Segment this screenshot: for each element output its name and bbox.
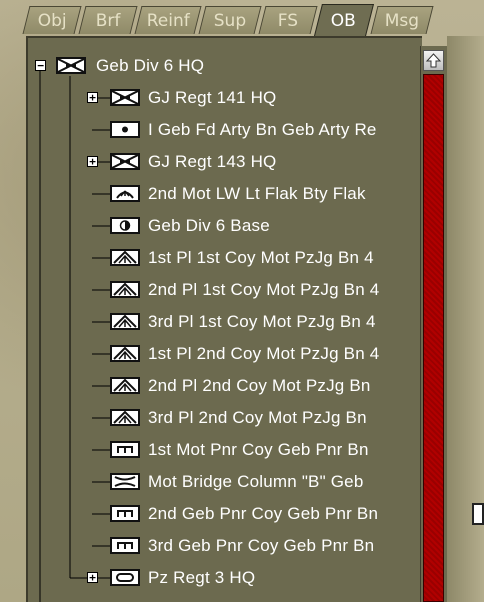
scroll-up-button[interactable] (423, 50, 444, 71)
tab-label: FS (277, 11, 298, 31)
tree-row[interactable]: 3rd Geb Pnr Coy Geb Pnr Bn (28, 530, 422, 562)
unit-label: 2nd Pl 2nd Coy Mot PzJg Bn (148, 376, 371, 395)
unit-label: 3rd Geb Pnr Coy Geb Pnr Bn (148, 536, 375, 555)
tab-brf[interactable]: Brf (78, 6, 138, 34)
tab-label: Msg (384, 11, 419, 31)
expand-icon[interactable]: + (87, 92, 98, 103)
engineer-icon (110, 537, 140, 554)
antitank-icon (110, 345, 140, 362)
tab-ob[interactable]: OB (314, 4, 374, 36)
unit-label: 3rd Pl 2nd Coy Mot PzJg Bn (148, 408, 367, 427)
unit-label: 2nd Pl 1st Coy Mot PzJg Bn 4 (148, 280, 380, 299)
antitank-icon (110, 249, 140, 266)
tab-label: Brf (95, 11, 121, 31)
bridge-icon (110, 473, 140, 490)
tree-row[interactable]: + GJ Regt 141 HQ (28, 82, 422, 114)
tab-label: Reinf (146, 11, 190, 31)
engineer-icon (110, 505, 140, 522)
tree-row[interactable]: Geb Div 6 Base (28, 210, 422, 242)
unit-label: Geb Div 6 HQ (96, 56, 205, 75)
tab-strip: Obj Brf Reinf Sup FS OB Msg (22, 4, 478, 36)
tree-row[interactable]: 1st Pl 1st Coy Mot PzJg Bn 4 (28, 242, 422, 274)
antitank-icon (110, 409, 140, 426)
arrow-up-icon (425, 53, 442, 68)
unit-label: 2nd Geb Pnr Coy Geb Pnr Bn (148, 504, 379, 523)
base-icon (110, 217, 140, 234)
unit-label: 1st Mot Pnr Coy Geb Pnr Bn (148, 440, 369, 459)
tree-row[interactable]: 2nd Pl 1st Coy Mot PzJg Bn 4 (28, 274, 422, 306)
order-of-battle-panel: − Geb Div 6 HQ + GJ Regt 141 HQ I Geb Fd Art… (26, 36, 422, 602)
unit-label: 2nd Mot LW Lt Flak Bty Flak (148, 184, 366, 203)
unit-label: Pz Regt 3 HQ (148, 568, 256, 587)
tab-fs[interactable]: FS (258, 6, 318, 34)
armor-icon (110, 569, 140, 586)
hq-infantry-icon (56, 57, 86, 74)
unit-label: GJ Regt 143 HQ (148, 152, 277, 171)
vertical-scrollbar[interactable] (420, 46, 447, 602)
engineer-icon (110, 441, 140, 458)
tree-row[interactable]: + Pz Regt 3 HQ (28, 562, 422, 594)
tab-obj[interactable]: Obj (22, 6, 82, 34)
unit-label: 1st Pl 1st Coy Mot PzJg Bn 4 (148, 248, 374, 267)
tree-row[interactable]: − Geb Div 6 HQ (28, 50, 422, 82)
unit-label: I Geb Fd Arty Bn Geb Arty Re (148, 120, 377, 139)
tab-label: Obj (37, 11, 67, 31)
scroll-track[interactable] (423, 74, 444, 602)
tab-reinf[interactable]: Reinf (134, 6, 202, 34)
artillery-icon (110, 121, 140, 138)
tab-label: OB (331, 11, 357, 31)
antitank-icon (110, 377, 140, 394)
hq-infantry-icon (110, 153, 140, 170)
unit-label: Geb Div 6 Base (148, 216, 270, 235)
tab-msg[interactable]: Msg (370, 6, 434, 34)
tree-row[interactable]: Mot Bridge Column "B" Geb (28, 466, 422, 498)
antitank-icon (110, 313, 140, 330)
unit-label: GJ Regt 141 HQ (148, 88, 277, 107)
tab-sup[interactable]: Sup (198, 6, 262, 34)
hq-infantry-icon (110, 89, 140, 106)
unit-label: 1st Pl 2nd Coy Mot PzJg Bn 4 (148, 344, 380, 363)
tree-row[interactable]: 2nd Geb Pnr Coy Geb Pnr Bn (28, 498, 422, 530)
tree-row[interactable]: 3rd Pl 1st Coy Mot PzJg Bn 4 (28, 306, 422, 338)
collapse-icon[interactable]: − (35, 60, 46, 71)
antitank-icon (110, 281, 140, 298)
tree-row[interactable]: 1st Mot Pnr Coy Geb Pnr Bn (28, 434, 422, 466)
flak-icon (110, 185, 140, 202)
unit-label: 3rd Pl 1st Coy Mot PzJg Bn 4 (148, 312, 376, 331)
tab-label: Sup (213, 11, 246, 31)
tree-row[interactable]: 3rd Pl 2nd Coy Mot PzJg Bn (28, 402, 422, 434)
tree-row[interactable]: 1st Pl 2nd Coy Mot PzJg Bn 4 (28, 338, 422, 370)
unit-label: Mot Bridge Column "B" Geb (148, 472, 364, 491)
tree-row[interactable]: 2nd Pl 2nd Coy Mot PzJg Bn (28, 370, 422, 402)
map-marker (472, 503, 484, 525)
tree-row[interactable]: I Geb Fd Arty Bn Geb Arty Re (28, 114, 422, 146)
expand-icon[interactable]: + (87, 572, 98, 583)
tree-row[interactable]: 2nd Mot LW Lt Flak Bty Flak (28, 178, 422, 210)
tree-row[interactable]: + GJ Regt 143 HQ (28, 146, 422, 178)
expand-icon[interactable]: + (87, 156, 98, 167)
